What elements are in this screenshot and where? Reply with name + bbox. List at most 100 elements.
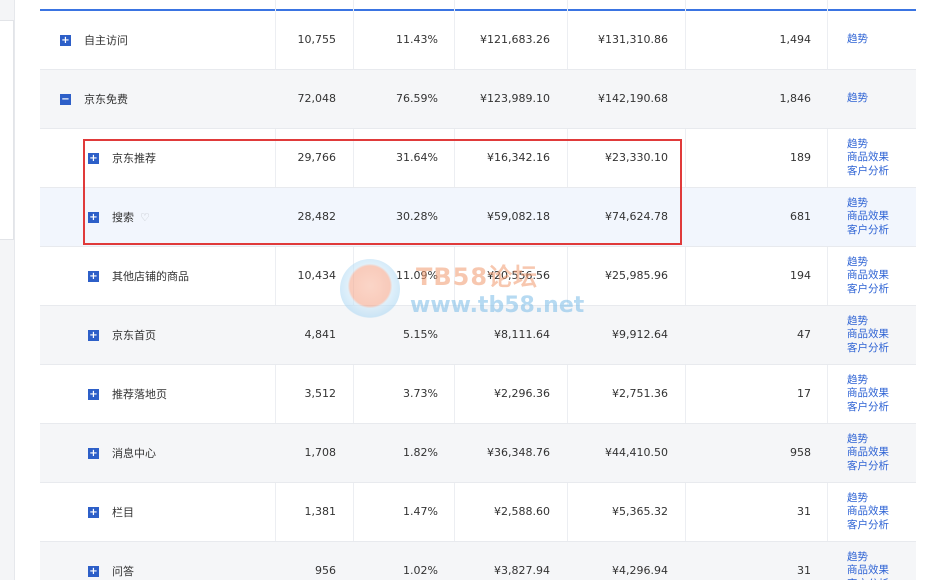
product-effect-link[interactable]: 商品效果 — [847, 446, 889, 460]
count-cell: 31 — [797, 505, 811, 518]
amount-cell: ¥123,989.10 — [480, 92, 550, 105]
source-name-cell: + 其他店铺的商品 — [88, 247, 189, 305]
operations-cell: 趋势商品效果客户分析 — [847, 483, 889, 541]
operations-cell: 趋势商品效果客户分析 — [847, 542, 889, 580]
source-name-cell: + 自主访问 — [60, 11, 128, 69]
customer-analysis-link[interactable]: 客户分析 — [847, 283, 889, 297]
table-row: + 京东推荐 29,766 31.64% ¥16,342.16 ¥23,330.10 189… — [40, 129, 916, 188]
amount-cell: ¥16,342.16 — [487, 151, 550, 164]
trend-link[interactable]: 趋势 — [847, 138, 889, 152]
table-row: + 京东首页 4,841 5.15% ¥8,111.64 ¥9,912.64 47 趋势 商品效… — [40, 306, 916, 365]
ratio-cell: 76.59% — [396, 92, 438, 105]
amount-cell: ¥36,348.76 — [487, 446, 550, 459]
source-name: 自主访问 — [84, 34, 128, 47]
customer-analysis-link[interactable]: 客户分析 — [847, 519, 889, 533]
table-row: + 搜索 ♡ 28,482 30.28% ¥59,082.18 ¥74,624.78 681 趋… — [40, 188, 916, 247]
amount-cell: ¥142,190.68 — [598, 92, 668, 105]
source-name: 京东免费 — [84, 93, 128, 106]
visitors-cell: 10,755 — [297, 33, 337, 46]
source-name: 其他店铺的商品 — [112, 270, 189, 283]
operations-cell: 趋势商品效果客户分析 — [847, 247, 889, 305]
source-name: 消息中心 — [112, 447, 156, 460]
amount-cell: ¥2,296.36 — [494, 387, 550, 400]
operations-cell: 趋势商品效果客户分析 — [847, 365, 889, 423]
visitors-cell: 4,841 — [304, 328, 337, 341]
product-effect-link[interactable]: 商品效果 — [847, 564, 889, 578]
visitors-cell: 10,434 — [297, 269, 337, 282]
ratio-cell: 1.02% — [403, 564, 438, 577]
expand-icon[interactable]: + — [88, 329, 99, 341]
trend-link[interactable]: 趋势 — [847, 33, 868, 47]
expand-icon[interactable]: + — [88, 565, 99, 577]
visitors-cell: 3,512 — [304, 387, 337, 400]
operations-cell: 趋势商品效果客户分析 — [847, 424, 889, 482]
visitors-cell: 72,048 — [297, 92, 337, 105]
operations-cell: 趋势商品效果客户分析 — [847, 129, 889, 187]
customer-analysis-link[interactable]: 客户分析 — [847, 224, 889, 238]
ratio-cell: 3.73% — [403, 387, 438, 400]
trend-link[interactable]: 趋势 — [847, 374, 889, 388]
table-row: + 自主访问 10,755 11.43% ¥121,683.26 ¥131,310.86 1… — [40, 11, 916, 70]
collapse-icon[interactable]: − — [60, 93, 71, 105]
ratio-cell: 31.64% — [396, 151, 438, 164]
ratio-cell: 1.47% — [403, 505, 438, 518]
amount-cell: ¥121,683.26 — [480, 33, 550, 46]
visitors-cell: 956 — [315, 564, 336, 577]
table-row: + 推荐落地页 3,512 3.73% ¥2,296.36 ¥2,751.36 17 趋势 商品… — [40, 365, 916, 424]
amount-cell: ¥131,310.86 — [598, 33, 668, 46]
count-cell: 17 — [797, 387, 811, 400]
expand-icon[interactable]: + — [88, 152, 99, 164]
trend-link[interactable]: 趋势 — [847, 256, 889, 270]
amount-cell: ¥2,588.60 — [494, 505, 550, 518]
ratio-cell: 11.09% — [396, 269, 438, 282]
expand-icon[interactable]: + — [88, 211, 99, 223]
product-effect-link[interactable]: 商品效果 — [847, 505, 889, 519]
count-cell: 47 — [797, 328, 811, 341]
left-panel-tab — [0, 20, 14, 240]
source-name-cell: − 京东免费 — [60, 70, 128, 128]
trend-link[interactable]: 趋势 — [847, 92, 868, 106]
operations-cell: 趋势商品效果客户分析 — [847, 188, 889, 246]
table-row: + 问答 956 1.02% ¥3,827.94 ¥4,296.94 31 趋势商品效果客户分… — [40, 542, 916, 580]
product-effect-link[interactable]: 商品效果 — [847, 269, 889, 283]
product-effect-link[interactable]: 商品效果 — [847, 387, 889, 401]
table-row: + 消息中心 1,708 1.82% ¥36,348.76 ¥44,410.50 958 趋势… — [40, 424, 916, 483]
source-name: 京东首页 — [112, 329, 156, 342]
operations-cell: 趋势商品效果客户分析 — [847, 306, 889, 364]
expand-icon[interactable]: + — [88, 506, 99, 518]
customer-analysis-link[interactable]: 客户分析 — [847, 165, 889, 179]
product-effect-link[interactable]: 商品效果 — [847, 328, 889, 342]
visitors-cell: 1,381 — [304, 505, 337, 518]
amount-cell: ¥5,365.32 — [612, 505, 668, 518]
count-cell: 31 — [797, 564, 811, 577]
trend-link[interactable]: 趋势 — [847, 433, 889, 447]
amount-cell: ¥3,827.94 — [494, 564, 550, 577]
favorite-heart-icon[interactable]: ♡ — [140, 211, 150, 224]
amount-cell: ¥74,624.78 — [605, 210, 668, 223]
source-name: 搜索 — [112, 211, 134, 224]
expand-icon[interactable]: + — [88, 388, 99, 400]
visitors-cell: 28,482 — [297, 210, 337, 223]
customer-analysis-link[interactable]: 客户分析 — [847, 460, 889, 474]
expand-icon[interactable]: + — [88, 270, 99, 282]
expand-icon[interactable]: + — [60, 34, 71, 46]
product-effect-link[interactable]: 商品效果 — [847, 210, 889, 224]
expand-icon[interactable]: + — [88, 447, 99, 459]
amount-cell: ¥25,985.96 — [605, 269, 668, 282]
count-cell: 189 — [790, 151, 811, 164]
source-name-cell: + 消息中心 — [88, 424, 156, 482]
amount-cell: ¥9,912.64 — [612, 328, 668, 341]
customer-analysis-link[interactable]: 客户分析 — [847, 401, 889, 415]
count-cell: 194 — [790, 269, 811, 282]
trend-link[interactable]: 趋势 — [847, 315, 889, 329]
count-cell: 958 — [790, 446, 811, 459]
trend-link[interactable]: 趋势 — [847, 492, 889, 506]
product-effect-link[interactable]: 商品效果 — [847, 151, 889, 165]
trend-link[interactable]: 趋势 — [847, 197, 889, 211]
amount-cell: ¥4,296.94 — [612, 564, 668, 577]
source-name: 京东推荐 — [112, 152, 156, 165]
visitors-cell: 29,766 — [297, 151, 337, 164]
customer-analysis-link[interactable]: 客户分析 — [847, 342, 889, 356]
ratio-cell: 30.28% — [396, 210, 438, 223]
trend-link[interactable]: 趋势 — [847, 551, 889, 565]
